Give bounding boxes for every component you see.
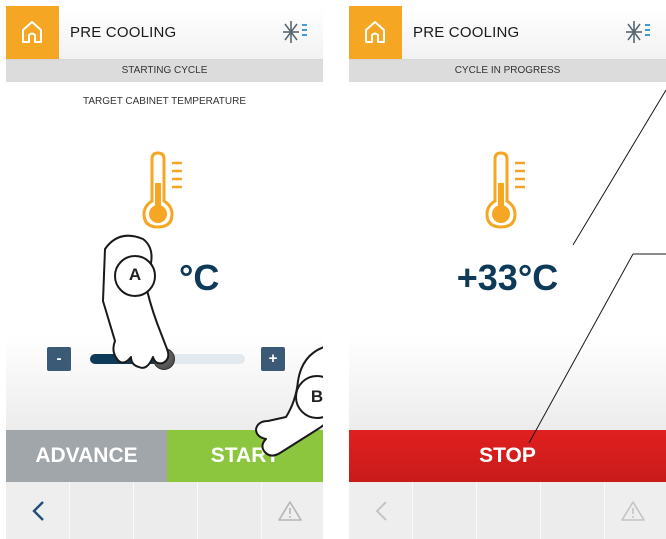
back-button[interactable]: [6, 482, 70, 539]
nav-slot: [541, 482, 605, 539]
warning-triangle-icon: [278, 501, 302, 521]
right-screen: PRE COOLING CYCLE IN PROGRESS +33°C STOP: [349, 6, 666, 539]
status-bar: CYCLE IN PROGRESS: [349, 60, 666, 82]
warning-triangle-icon: [621, 501, 645, 521]
alarms-button[interactable]: [602, 482, 666, 539]
chevron-left-icon: [32, 501, 44, 521]
bottom-nav: [349, 482, 666, 539]
thermometer-icon: [485, 151, 525, 229]
back-button[interactable]: [349, 482, 413, 539]
advance-button[interactable]: ADVANCE: [6, 430, 167, 482]
temperature-value: °C: [179, 257, 220, 298]
header-bar: PRE COOLING: [349, 6, 666, 60]
nav-slot: [70, 482, 134, 539]
chevron-left-icon: [375, 501, 387, 521]
nav-slot: [198, 482, 262, 539]
header-bar: PRE COOLING: [6, 6, 323, 60]
target-label: TARGET CABINET TEMPERATURE: [83, 96, 246, 107]
nav-slot: [134, 482, 198, 539]
page-title: PRE COOLING: [70, 24, 177, 41]
home-icon: [365, 21, 385, 43]
home-icon: [22, 21, 42, 43]
page-title: PRE COOLING: [413, 24, 520, 41]
decrease-button[interactable]: -: [47, 347, 71, 371]
status-bar: STARTING CYCLE: [6, 60, 323, 82]
temperature-value: +33°C: [456, 257, 559, 298]
nav-slot: [413, 482, 477, 539]
home-button[interactable]: [349, 6, 402, 59]
callout-label-a: A: [128, 265, 142, 284]
bottom-nav: [6, 482, 323, 539]
callout-label-b: B: [310, 387, 323, 406]
snowflake-cooling-icon: [626, 21, 650, 43]
stop-button[interactable]: STOP: [349, 430, 666, 482]
snowflake-cooling-icon: [283, 21, 307, 43]
pointing-hand-illustration-a: [102, 234, 170, 369]
pointing-hand-illustration-b: [255, 346, 323, 457]
left-screen: PRE COOLING STARTING CYCLE TARGET CABINE…: [6, 6, 323, 539]
alarms-button[interactable]: [259, 482, 323, 539]
thermometer-icon: [142, 151, 182, 229]
nav-slot: [477, 482, 541, 539]
background-gradient: [349, 336, 666, 430]
home-button[interactable]: [6, 6, 59, 59]
